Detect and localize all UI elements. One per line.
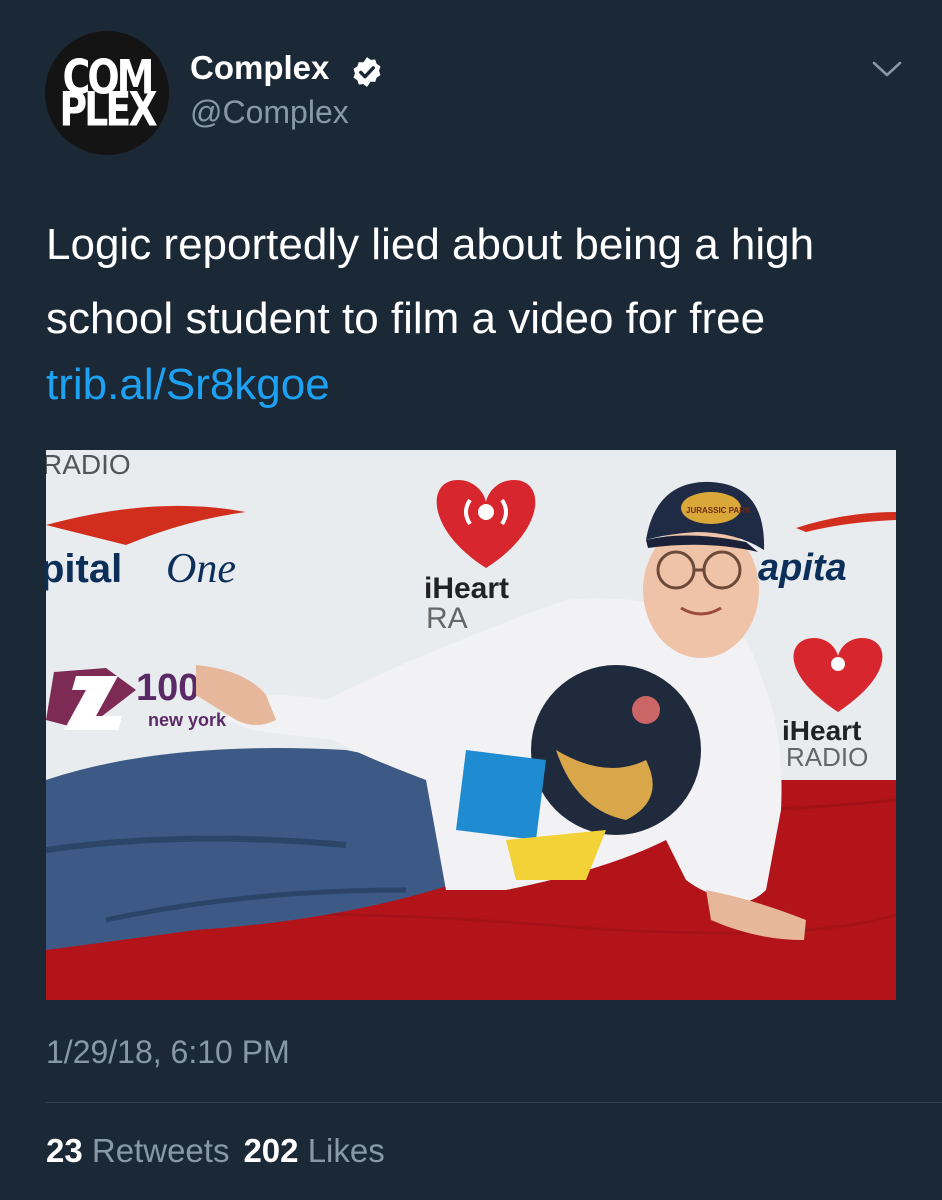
tweet-photo[interactable]: RADIO pital One iHeart RA apita 100 new … [46,450,896,1000]
backdrop-z100-city: new york [148,710,227,730]
tweet-timestamp: 1/29/18, 6:10 PM [46,1034,290,1070]
author-avatar[interactable]: COM PLEX [45,31,169,155]
author-handle[interactable]: @Complex [190,94,349,131]
retweets-label: Retweets [91,1132,230,1169]
avatar-logo-line2: PLEX [59,81,157,137]
backdrop-radio-top: RADIO [46,450,131,480]
stats-divider [46,1102,942,1103]
cap-patch-text: JURASSIC PARK [686,506,751,515]
retweets-stat[interactable]: 23 Retweets [46,1132,229,1169]
tweet-text: Logic reportedly lied about being a high… [46,220,815,343]
backdrop-capital-one-text: pital [46,547,122,591]
likes-stat[interactable]: 202 Likes [243,1132,384,1169]
backdrop-z100-number: 100 [136,667,199,709]
backdrop-capital-right-text: apita [758,547,847,589]
backdrop-capital-one-script: One [166,546,236,592]
verified-badge-icon [353,57,381,87]
tweet-stats: 23 Retweets 202 Likes [46,1132,385,1170]
backdrop-radio-partial: RA [426,602,468,635]
retweets-count: 23 [46,1132,83,1169]
backdrop-radio-right: RADIO [786,742,868,772]
author-display-name[interactable]: Complex [190,49,329,87]
chevron-down-icon[interactable] [870,58,904,80]
backdrop-iheart-text: iHeart [424,572,509,605]
likes-label: Likes [307,1132,385,1169]
likes-count: 202 [243,1132,299,1169]
tweet-link[interactable]: trib.al/Sr8kgoe [46,358,330,412]
